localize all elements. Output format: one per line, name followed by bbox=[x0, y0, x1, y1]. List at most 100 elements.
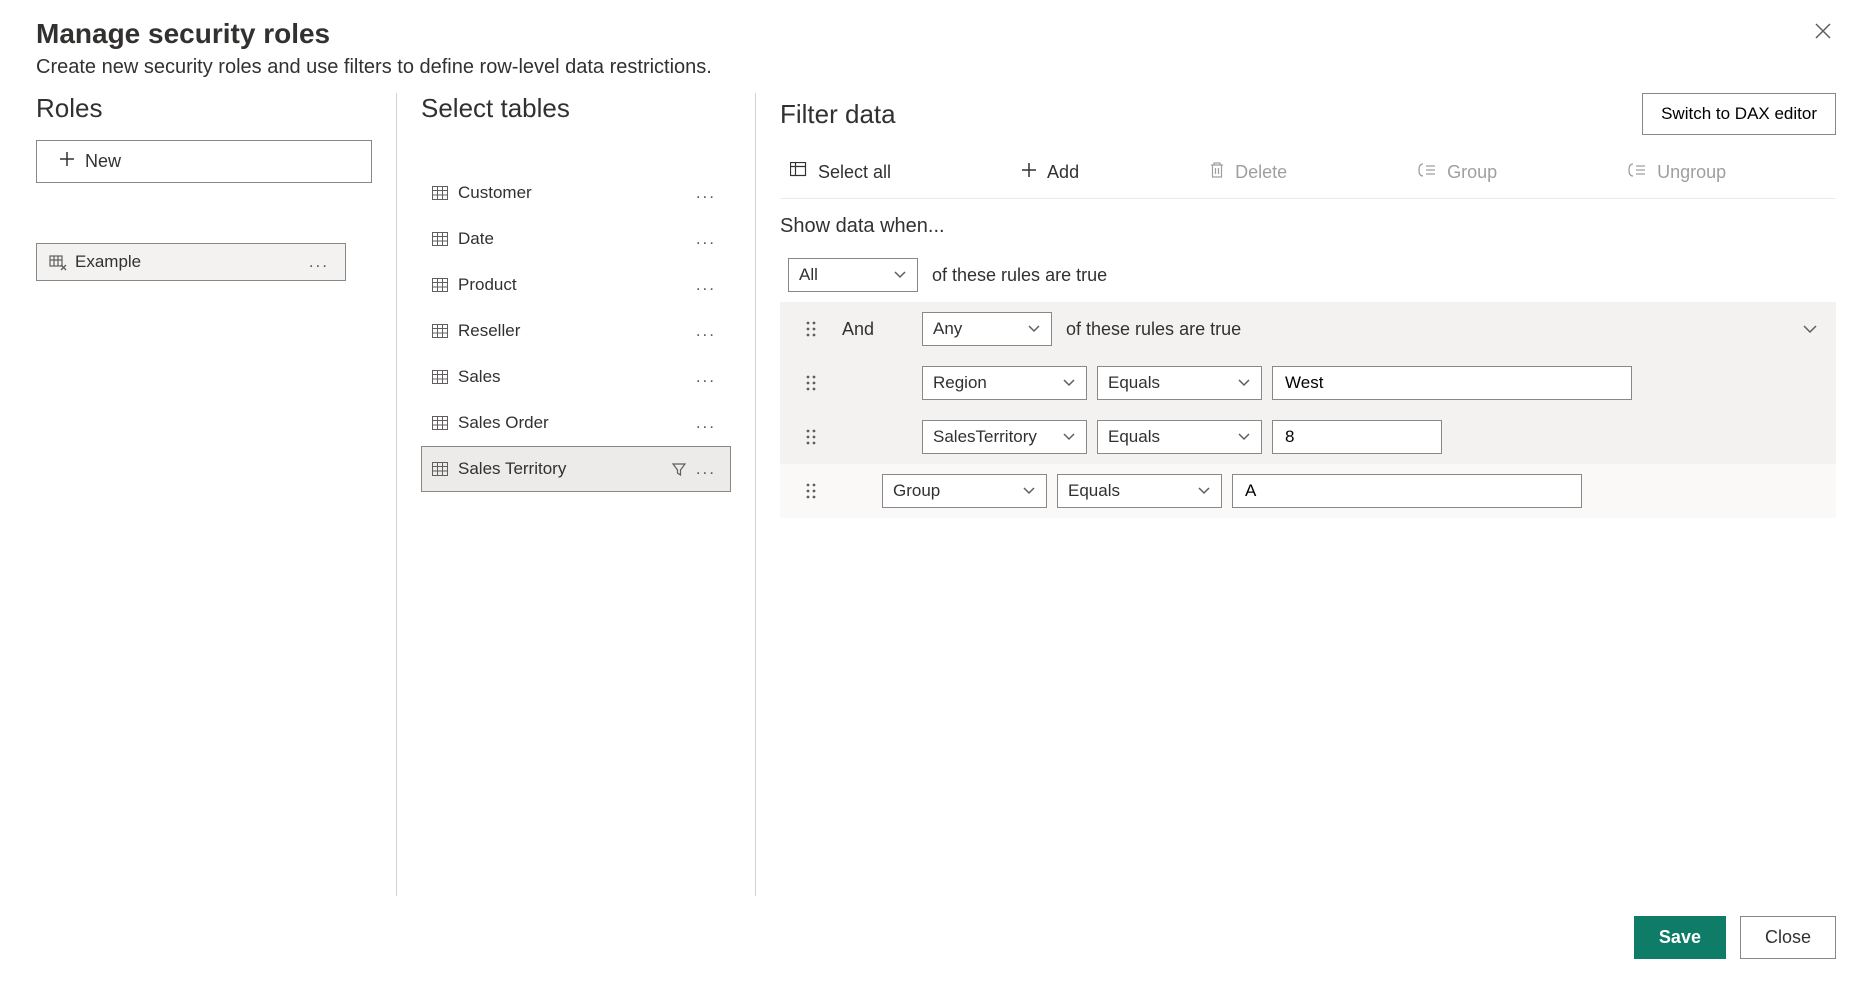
new-role-button[interactable]: New bbox=[36, 140, 372, 183]
group-suffix: of these rules are true bbox=[1066, 319, 1241, 340]
dialog-header: Manage security roles bbox=[36, 18, 1836, 50]
table-more-button[interactable]: ... bbox=[692, 183, 720, 203]
group-icon bbox=[1417, 162, 1437, 183]
table-item-date[interactable]: Date ... bbox=[421, 216, 731, 262]
chevron-down-icon bbox=[1062, 432, 1076, 442]
table-more-button[interactable]: ... bbox=[692, 321, 720, 341]
drag-handle-icon[interactable] bbox=[800, 483, 822, 499]
table-label: Sales Order bbox=[458, 413, 692, 433]
tables-heading: Select tables bbox=[421, 93, 731, 124]
ungroup-label: Ungroup bbox=[1657, 162, 1726, 183]
table-item-sales[interactable]: Sales ... bbox=[421, 354, 731, 400]
delete-button[interactable]: Delete bbox=[1199, 155, 1297, 190]
close-button[interactable]: Close bbox=[1740, 916, 1836, 959]
value-input[interactable] bbox=[1232, 474, 1582, 508]
switch-to-dax-button[interactable]: Switch to DAX editor bbox=[1642, 93, 1836, 135]
operator-dropdown[interactable]: Equals bbox=[1057, 474, 1222, 508]
show-data-label: Show data when... bbox=[780, 215, 1836, 238]
group-label: Group bbox=[1447, 162, 1497, 183]
group-header-row: And Any of these rules are true bbox=[780, 302, 1836, 356]
roles-panel: Roles New Example ... bbox=[36, 93, 396, 896]
dropdown-value: Equals bbox=[1108, 427, 1229, 447]
close-icon[interactable] bbox=[1810, 18, 1836, 50]
plus-icon bbox=[1021, 162, 1037, 183]
operator-dropdown[interactable]: Equals bbox=[1097, 366, 1262, 400]
role-item-example[interactable]: Example ... bbox=[36, 243, 346, 281]
role-more-button[interactable]: ... bbox=[305, 252, 333, 272]
drag-handle-icon[interactable] bbox=[800, 375, 822, 391]
table-label: Customer bbox=[458, 183, 692, 203]
conjunction-label: And bbox=[832, 319, 912, 340]
table-item-sales-territory[interactable]: Sales Territory ... bbox=[421, 446, 731, 492]
field-dropdown[interactable]: SalesTerritory bbox=[922, 420, 1087, 454]
table-item-customer[interactable]: Customer ... bbox=[421, 170, 731, 216]
operator-dropdown[interactable]: Equals bbox=[1097, 420, 1262, 454]
dialog-title: Manage security roles bbox=[36, 18, 1810, 50]
root-combinator-dropdown[interactable]: All bbox=[788, 258, 918, 292]
rule-row: Region Equals bbox=[780, 356, 1836, 410]
chevron-down-icon bbox=[1062, 378, 1076, 388]
chevron-down-icon bbox=[1022, 486, 1036, 496]
rule-row: Group Equals bbox=[780, 464, 1836, 518]
add-button[interactable]: Add bbox=[1011, 156, 1089, 189]
tables-panel: Select tables Customer ... Date ... Prod… bbox=[396, 93, 756, 896]
table-item-reseller[interactable]: Reseller ... bbox=[421, 308, 731, 354]
ungroup-icon bbox=[1627, 162, 1647, 183]
save-button[interactable]: Save bbox=[1634, 916, 1726, 959]
table-more-button[interactable]: ... bbox=[692, 367, 720, 387]
table-item-product[interactable]: Product ... bbox=[421, 262, 731, 308]
root-suffix: of these rules are true bbox=[932, 265, 1107, 286]
select-all-button[interactable]: Select all bbox=[780, 156, 901, 189]
chevron-down-icon bbox=[1197, 486, 1211, 496]
table-label: Sales Territory bbox=[458, 459, 672, 479]
table-label: Sales bbox=[458, 367, 692, 387]
value-input[interactable] bbox=[1272, 366, 1632, 400]
field-dropdown[interactable]: Region bbox=[922, 366, 1087, 400]
table-label: Product bbox=[458, 275, 692, 295]
select-all-label: Select all bbox=[818, 162, 891, 183]
drag-handle-icon[interactable] bbox=[800, 321, 822, 337]
add-label: Add bbox=[1047, 162, 1079, 183]
table-more-button[interactable]: ... bbox=[692, 275, 720, 295]
field-dropdown[interactable]: Group bbox=[882, 474, 1047, 508]
filter-heading: Filter data bbox=[780, 99, 1642, 130]
filter-header-row: Filter data Switch to DAX editor bbox=[780, 93, 1836, 135]
ungroup-button[interactable]: Ungroup bbox=[1617, 156, 1736, 189]
dropdown-value: Equals bbox=[1108, 373, 1229, 393]
trash-icon bbox=[1209, 161, 1225, 184]
dialog-footer: Save Close bbox=[36, 896, 1836, 959]
table-icon bbox=[432, 462, 448, 476]
drag-handle-icon[interactable] bbox=[800, 429, 822, 445]
table-icon bbox=[432, 416, 448, 430]
table-label: Reseller bbox=[458, 321, 692, 341]
value-input[interactable] bbox=[1272, 420, 1442, 454]
role-icon bbox=[49, 253, 67, 271]
table-icon bbox=[432, 324, 448, 338]
rule-row: SalesTerritory Equals bbox=[780, 410, 1836, 464]
table-label: Date bbox=[458, 229, 692, 249]
dropdown-value: Region bbox=[933, 373, 1054, 393]
group-combinator-dropdown[interactable]: Any bbox=[922, 312, 1052, 346]
manage-security-roles-dialog: Manage security roles Create new securit… bbox=[0, 0, 1872, 983]
dialog-subtitle: Create new security roles and use filter… bbox=[36, 56, 1836, 79]
table-icon bbox=[432, 370, 448, 384]
chevron-down-icon bbox=[1237, 432, 1251, 442]
table-icon bbox=[432, 278, 448, 292]
chevron-down-icon bbox=[1027, 324, 1041, 334]
table-icon bbox=[432, 232, 448, 246]
table-more-button[interactable]: ... bbox=[692, 413, 720, 433]
select-all-icon bbox=[790, 162, 808, 183]
collapse-toggle[interactable] bbox=[1802, 323, 1828, 335]
table-item-sales-order[interactable]: Sales Order ... bbox=[421, 400, 731, 446]
table-more-button[interactable]: ... bbox=[692, 229, 720, 249]
chevron-down-icon bbox=[1237, 378, 1251, 388]
root-combinator-row: All of these rules are true bbox=[780, 248, 1836, 302]
dropdown-value: Group bbox=[893, 481, 1014, 501]
table-list: Customer ... Date ... Product ... Resell… bbox=[421, 170, 731, 492]
dropdown-value: Any bbox=[933, 319, 1019, 339]
filter-toolbar: Select all Add Delete bbox=[780, 155, 1836, 199]
dropdown-value: All bbox=[799, 265, 885, 285]
delete-label: Delete bbox=[1235, 162, 1287, 183]
group-button[interactable]: Group bbox=[1407, 156, 1507, 189]
table-more-button[interactable]: ... bbox=[692, 459, 720, 479]
